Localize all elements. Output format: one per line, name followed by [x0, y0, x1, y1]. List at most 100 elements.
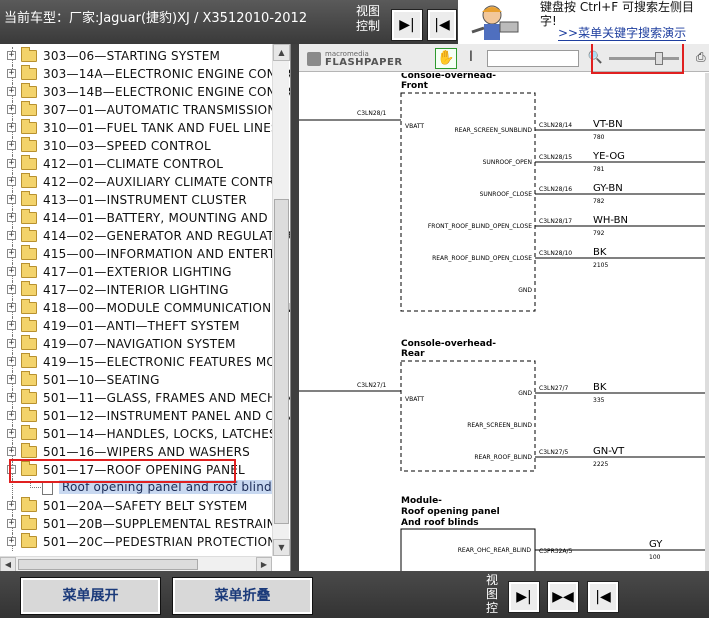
block1-input-pin: VBATT: [405, 123, 424, 130]
tree-folder-item[interactable]: +303—14A—ELECTRONIC ENGINE CONTR: [0, 65, 290, 83]
show-left-panel-button-bottom[interactable]: |◀: [587, 581, 619, 613]
viewer-scrollbar[interactable]: [705, 73, 709, 571]
expand-icon[interactable]: +: [7, 51, 16, 60]
scroll-left-arrow-icon[interactable]: ◀: [0, 557, 16, 571]
tree-folder-item[interactable]: +303—06—STARTING SYSTEM: [0, 47, 272, 65]
block2-pins: GND C3LN27/7 BK 335 REAR_SCREEN_BLIND REAR_RO…: [467, 382, 705, 468]
tree-folder-item[interactable]: +501—12—INSTRUMENT PANEL AND CON: [0, 407, 290, 425]
viewer-search-input[interactable]: [487, 50, 579, 67]
pin-wire-color: GN-VT: [593, 446, 625, 457]
pin-wire-code: 782: [593, 198, 605, 205]
expand-icon[interactable]: +: [7, 141, 16, 150]
tree-folder-item[interactable]: +501—14—HANDLES, LOCKS, LATCHES A: [0, 425, 289, 443]
document-icon: [42, 481, 53, 495]
show-right-panel-button[interactable]: ▶|: [391, 9, 423, 41]
tree-folder-item[interactable]: +417—02—INTERIOR LIGHTING: [0, 281, 272, 299]
folder-icon: [21, 137, 37, 152]
expand-icon[interactable]: +: [7, 375, 16, 384]
ad-banner[interactable]: 键盘按 Ctrl+F 可搜索左侧目 字! >>菜单关键字搜索演示: [458, 0, 709, 44]
pin-wire-code: 335: [593, 397, 605, 404]
expand-icon[interactable]: +: [7, 411, 16, 420]
expand-icon[interactable]: +: [7, 123, 16, 132]
tree-folder-item[interactable]: +419—15—ELECTRONIC FEATURES MOD: [0, 353, 285, 371]
show-right-panel-button-bottom[interactable]: ▶|: [508, 581, 540, 613]
pin-wire-code: 2225: [593, 461, 608, 468]
ad-search-demo-link[interactable]: >>菜单关键字搜索演示: [558, 27, 687, 41]
expand-icon[interactable]: +: [7, 321, 16, 330]
expand-icon[interactable]: +: [7, 303, 16, 312]
block3-line2: Roof opening panel: [401, 507, 500, 517]
hand-tool-icon[interactable]: ✋: [435, 48, 457, 69]
tree-folder-item[interactable]: +501—11—GLASS, FRAMES AND MECHAN: [0, 389, 290, 407]
tree-folder-item[interactable]: +307—01—AUTOMATIC TRANSMISSION: [0, 101, 276, 119]
tree-folder-item[interactable]: +414—02—GENERATOR AND REGULATOR: [0, 227, 290, 245]
expand-icon[interactable]: +: [7, 357, 16, 366]
expand-icon[interactable]: +: [7, 159, 16, 168]
tree-folder-item[interactable]: +412—02—AUXILIARY CLIMATE CONTRO: [0, 173, 284, 191]
expand-icon[interactable]: +: [7, 213, 16, 222]
arrow-right-bar-icon: ▶|: [399, 17, 415, 33]
split-view-button[interactable]: |◀: [427, 9, 457, 41]
expand-menu-button[interactable]: 菜单展开: [20, 577, 161, 615]
tree-folder-item[interactable]: +412—01—CLIMATE CONTROL: [0, 155, 272, 173]
app-window: 当前车型：厂家:Jaguar(捷豹)XJ / X3512010-2012 视图控…: [0, 0, 709, 618]
tree-item-label: 413—01—INSTRUMENT CLUSTER: [43, 193, 247, 207]
tree-folder-item[interactable]: +501—10—SEATING: [0, 371, 272, 389]
tree-hscroll-thumb[interactable]: [18, 559, 198, 570]
tree-folder-item[interactable]: +418—00—MODULE COMMUNICATIONS N: [0, 299, 290, 317]
tree-folder-item[interactable]: +419—01—ANTI—THEFT SYSTEM: [0, 317, 272, 335]
expand-icon[interactable]: +: [7, 69, 16, 78]
folder-icon: [21, 299, 37, 314]
expand-icon[interactable]: +: [7, 105, 16, 114]
expand-icon[interactable]: +: [7, 519, 16, 528]
scroll-up-arrow-icon[interactable]: ▲: [273, 44, 290, 61]
split-view-button-bottom[interactable]: ▶◀: [547, 581, 579, 613]
expand-icon[interactable]: +: [7, 267, 16, 276]
tree-folder-item[interactable]: +419—07—NAVIGATION SYSTEM: [0, 335, 272, 353]
expand-icon[interactable]: +: [7, 429, 16, 438]
tree-item-label: 417—02—INTERIOR LIGHTING: [43, 283, 229, 297]
scroll-down-arrow-icon[interactable]: ▼: [273, 539, 290, 556]
expand-icon[interactable]: +: [7, 87, 16, 96]
pin-name: SUNROOF_CLOSE: [480, 191, 533, 198]
expand-icon[interactable]: +: [7, 339, 16, 348]
pin-wire-color: VT-BN: [593, 119, 623, 130]
pin-wire-color: GY-BN: [593, 183, 623, 194]
expand-icon[interactable]: +: [7, 501, 16, 510]
tree-folder-item[interactable]: +310—03—SPEED CONTROL: [0, 137, 272, 155]
expand-icon[interactable]: +: [7, 249, 16, 258]
expand-icon[interactable]: +: [7, 537, 16, 546]
tree-folder-item[interactable]: +413—01—INSTRUMENT CLUSTER: [0, 191, 272, 209]
print-icon[interactable]: ⎙: [696, 50, 709, 66]
wiring-diagram: Console-overhead- Front C3LN28/1 VBATT R…: [299, 73, 705, 571]
scroll-right-arrow-icon[interactable]: ▶: [256, 557, 272, 571]
arrow-left-bar-icon: |◀: [595, 589, 611, 605]
tree-vscroll-thumb[interactable]: [274, 199, 289, 524]
tree-folder-item[interactable]: +501—20A—SAFETY BELT SYSTEM: [0, 497, 272, 515]
tree-folder-item[interactable]: +501—20B—SUPPLEMENTAL RESTRAINT: [0, 515, 283, 533]
pin-name: REAR_ROOF_BLIND: [474, 454, 532, 461]
tree-folder-item[interactable]: +501—20C—PEDESTRIAN PROTECTION S: [0, 533, 288, 551]
pin-connector: C3LN28/16: [539, 186, 572, 193]
tree-horizontal-scrollbar[interactable]: ◀ ▶: [0, 556, 272, 571]
expand-icon[interactable]: +: [7, 231, 16, 240]
tree-folder-item[interactable]: +415—00—INFORMATION AND ENTERTAI: [0, 245, 286, 263]
tree-item-label: 412—02—AUXILIARY CLIMATE CONTRO: [43, 175, 285, 189]
tree-folder-item[interactable]: +303—14B—ELECTRONIC ENGINE CONTR: [0, 83, 290, 101]
expand-icon[interactable]: +: [7, 285, 16, 294]
tree-folder-item[interactable]: +310—01—FUEL TANK AND FUEL LINES: [0, 119, 279, 137]
tree-item-label: 501—20C—PEDESTRIAN PROTECTION S: [43, 535, 289, 549]
expand-icon[interactable]: +: [7, 177, 16, 186]
tree-folder-item[interactable]: +414—01—BATTERY, MOUNTING AND CA: [0, 209, 289, 227]
tree-item-label: 419—15—ELECTRONIC FEATURES MOD: [43, 355, 286, 369]
collapse-menu-button[interactable]: 菜单折叠: [172, 577, 313, 615]
tree-vertical-scrollbar[interactable]: ▲ ▼: [272, 44, 290, 556]
folder-icon: [21, 155, 37, 170]
text-select-tool-icon[interactable]: I: [465, 49, 477, 67]
expand-icon[interactable]: +: [7, 195, 16, 204]
tree-item-label: 501—20A—SAFETY BELT SYSTEM: [43, 499, 248, 513]
pin-connector: C3LN28/15: [539, 154, 572, 161]
tree-folder-item[interactable]: +417—01—EXTERIOR LIGHTING: [0, 263, 272, 281]
expand-icon[interactable]: +: [7, 393, 16, 402]
expand-icon[interactable]: +: [7, 447, 16, 456]
